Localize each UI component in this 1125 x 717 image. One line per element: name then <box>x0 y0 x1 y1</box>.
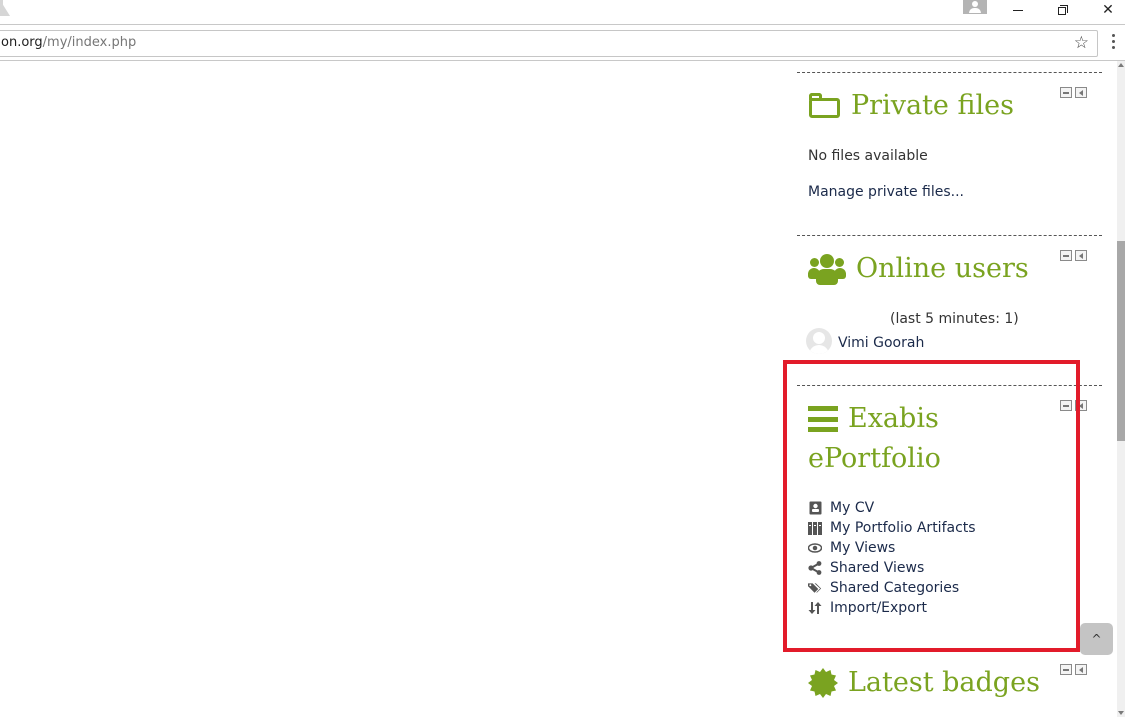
id-card-icon <box>808 501 822 515</box>
profile-icon-body <box>969 8 981 13</box>
block-exabis-eportfolio: Exabis ePortfolio My CV My Portfolio Art… <box>797 385 1102 625</box>
block-title-text: Online users <box>856 253 1029 284</box>
menu-item-label: My Views <box>830 540 896 556</box>
bars-icon <box>808 406 838 432</box>
url-text[interactable]: on.org/my/index.php <box>1 35 136 50</box>
vertical-scrollbar[interactable] <box>1117 61 1125 717</box>
menu-item-shared-views[interactable]: Shared Views <box>808 558 976 578</box>
address-bar[interactable]: on.org/my/index.php ☆ <box>0 30 1098 57</box>
block-title-line2: ePortfolio <box>808 439 941 479</box>
back-to-top-button[interactable]: ^ <box>1080 623 1113 655</box>
block-separator <box>797 235 1102 236</box>
browser-titlebar: ✕ <box>0 0 1125 24</box>
url-path: /my/index.php <box>42 35 137 50</box>
block-controls <box>1060 87 1087 98</box>
block-title: Private files <box>808 86 1014 126</box>
block-private-files: Private files No files available Manage … <box>797 72 1102 232</box>
badge-icon <box>808 668 838 698</box>
dock-block-icon[interactable] <box>1075 250 1087 261</box>
page-content: Private files No files available Manage … <box>0 61 1125 717</box>
menu-item-my-views[interactable]: My Views <box>808 538 976 558</box>
block-title-text-2: ePortfolio <box>808 443 941 474</box>
block-title: Exabis <box>808 399 939 439</box>
block-title: Online users <box>808 249 1029 289</box>
star-icon[interactable]: ☆ <box>1074 33 1089 53</box>
restore-icon <box>1058 5 1068 15</box>
no-files-text: No files available <box>808 148 928 164</box>
manage-private-files-link[interactable]: Manage private files... <box>808 184 964 200</box>
block-title-text: Private files <box>851 90 1014 121</box>
scroll-up-arrow-icon[interactable] <box>1118 63 1124 67</box>
tags-icon <box>808 581 822 595</box>
browser-tab-edge <box>0 0 10 16</box>
close-icon: ✕ <box>1102 2 1114 18</box>
block-title-text: Exabis <box>848 403 939 434</box>
hide-block-icon[interactable] <box>1060 664 1072 675</box>
menu-item-label: Shared Views <box>830 560 925 576</box>
menu-item-shared-categories[interactable]: Shared Categories <box>808 578 976 598</box>
dock-block-icon[interactable] <box>1075 664 1087 675</box>
menu-item-label: Import/Export <box>830 600 928 616</box>
url-domain: on.org <box>1 35 43 50</box>
block-latest-badges: Latest badges <box>797 649 1102 717</box>
hide-block-icon[interactable] <box>1060 87 1072 98</box>
online-summary: (last 5 minutes: 1) <box>890 311 1019 327</box>
menu-item-my-cv[interactable]: My CV <box>808 498 976 518</box>
users-icon <box>808 252 846 286</box>
eye-icon <box>808 541 822 555</box>
restore-button[interactable] <box>1040 0 1086 20</box>
minimize-icon <box>1013 9 1023 11</box>
menu-item-label: My CV <box>830 500 875 516</box>
eportfolio-menu: My CV My Portfolio Artifacts My Views Sh… <box>808 498 976 618</box>
default-avatar-icon <box>806 328 832 354</box>
share-icon <box>808 561 822 575</box>
folder-icon <box>808 93 841 119</box>
block-controls <box>1060 250 1087 261</box>
block-separator <box>797 72 1102 73</box>
dock-block-icon[interactable] <box>1075 87 1087 98</box>
profile-icon-head <box>972 1 978 7</box>
scroll-thumb[interactable] <box>1117 241 1125 441</box>
hide-block-icon[interactable] <box>1060 250 1072 261</box>
vertical-dots-icon[interactable] <box>1110 34 1116 54</box>
online-user-link[interactable]: Vimi Goorah <box>838 335 924 351</box>
block-controls <box>1060 400 1087 411</box>
browser-toolbar: on.org/my/index.php ☆ <box>0 24 1125 61</box>
menu-item-import-export[interactable]: Import/Export <box>808 598 976 618</box>
menu-item-label: Shared Categories <box>830 580 960 596</box>
chevron-up-icon: ^ <box>1091 632 1102 646</box>
scroll-down-arrow-icon[interactable] <box>1118 711 1124 715</box>
minimize-button[interactable] <box>995 0 1041 20</box>
block-title-text: Latest badges <box>848 667 1040 698</box>
block-separator <box>797 649 1102 650</box>
sort-arrows-icon <box>808 601 822 615</box>
block-controls <box>1060 664 1087 675</box>
profile-button[interactable] <box>963 0 987 14</box>
block-title: Latest badges <box>808 663 1040 703</box>
block-separator <box>797 385 1102 386</box>
hide-block-icon[interactable] <box>1060 400 1072 411</box>
archive-icon <box>808 521 822 535</box>
close-button[interactable]: ✕ <box>1085 0 1125 20</box>
dock-block-icon[interactable] <box>1075 400 1087 411</box>
menu-item-label: My Portfolio Artifacts <box>830 520 976 536</box>
menu-item-portfolio-artifacts[interactable]: My Portfolio Artifacts <box>808 518 976 538</box>
